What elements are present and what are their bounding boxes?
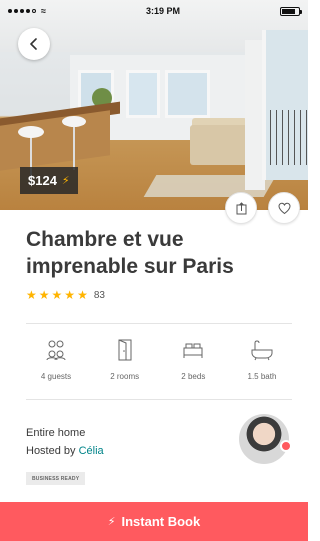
amenity-label: 1.5 bath <box>247 372 277 381</box>
share-button[interactable] <box>225 192 257 224</box>
bolt-icon: ⚡ <box>61 175 70 187</box>
signal-indicator: ≈ <box>8 6 46 16</box>
share-icon <box>236 201 246 214</box>
status-bar: ≈ 3:19 PM <box>0 0 308 22</box>
wifi-icon: ≈ <box>41 6 46 16</box>
amenity-bath: 1.5 bath <box>232 338 292 381</box>
photo-stool-leg <box>73 126 75 170</box>
battery-fill <box>282 8 295 14</box>
photo-stool <box>62 116 86 127</box>
rooms-icon <box>118 339 132 361</box>
status-time: 3:19 PM <box>145 6 180 16</box>
hosted-by-prefix: Hosted by <box>26 445 76 457</box>
instant-book-button[interactable]: ⚡ Instant Book <box>0 502 308 541</box>
host-avatar[interactable] <box>239 414 289 464</box>
star-icon: ★ <box>64 288 76 302</box>
amenities-row: 4 guests 2 rooms 2 beds 1.5 bath <box>26 338 292 381</box>
chevron-left-icon <box>30 38 37 50</box>
signal-dot <box>26 9 30 13</box>
photo-window <box>126 70 160 118</box>
amenity-beds: 2 beds <box>163 338 223 381</box>
battery-icon <box>280 6 302 16</box>
star-icon: ★ <box>26 288 37 302</box>
amenity-guests: 4 guests <box>26 338 86 381</box>
save-button[interactable] <box>268 192 300 224</box>
star-icon: ★ <box>77 288 88 302</box>
signal-dot <box>32 9 36 13</box>
review-count: 83 <box>93 289 105 301</box>
bolt-icon: ⚡ <box>107 516 116 528</box>
amenity-label: 4 guests <box>40 372 72 381</box>
heart-icon <box>277 202 291 214</box>
business-ready-badge: BUSINESS READY <box>26 472 86 485</box>
photo-railing <box>270 110 308 165</box>
guests-icon <box>46 340 66 361</box>
signal-dot <box>8 9 12 13</box>
beds-icon <box>183 343 203 358</box>
price-tag: $124 ⚡ <box>20 167 78 194</box>
superhost-badge-icon <box>280 440 292 452</box>
listing-title: Chambre et vue imprenable sur Paris <box>26 228 234 278</box>
star-icon: ★ <box>51 288 63 302</box>
photo-window <box>165 70 210 118</box>
bath-icon <box>251 340 273 361</box>
photo-sofa <box>190 125 252 165</box>
photo-stool <box>18 126 44 138</box>
rating[interactable]: ★ ★ ★ ★ ★ 83 <box>26 289 105 301</box>
amenity-rooms: 2 rooms <box>95 338 155 381</box>
host-name-link[interactable]: Célia <box>79 445 104 457</box>
divider <box>26 323 292 324</box>
back-button[interactable] <box>18 28 50 60</box>
room-type: Entire home <box>26 427 86 439</box>
amenity-label: 2 rooms <box>110 372 140 381</box>
signal-dot <box>20 9 24 13</box>
divider <box>26 399 292 400</box>
price-value: $124 <box>28 173 57 188</box>
amenity-label: 2 beds <box>181 372 206 381</box>
signal-dot <box>14 9 18 13</box>
hosted-by: Hosted by Célia <box>26 445 104 457</box>
star-icon: ★ <box>38 288 50 302</box>
instant-book-label: Instant Book <box>121 514 201 529</box>
